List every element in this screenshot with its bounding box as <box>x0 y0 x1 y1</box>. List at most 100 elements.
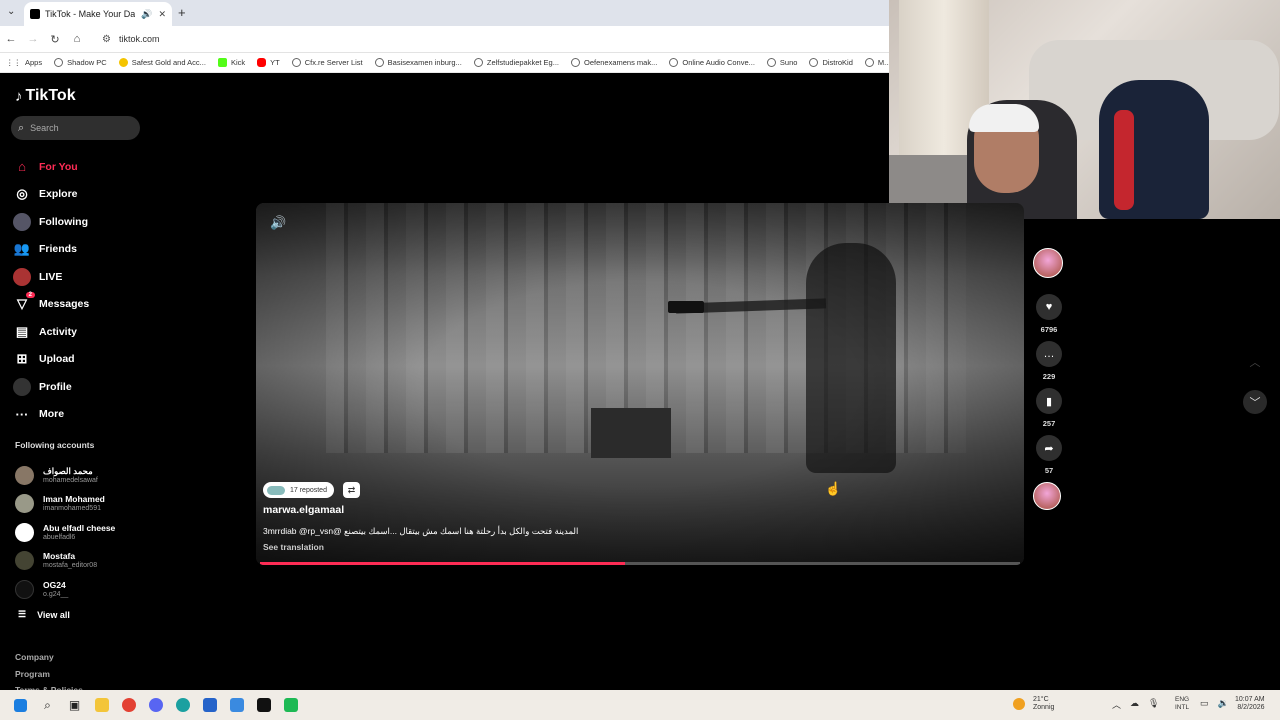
following-account[interactable]: Mostafa mostafa_editor08 <box>15 547 115 576</box>
following-account[interactable]: محمد الصواف mohamedelsawaf <box>15 461 115 490</box>
sidebar-item-for-you[interactable]: ⌂ For You <box>13 153 89 181</box>
edge-icon[interactable] <box>169 693 196 717</box>
video-author[interactable]: marwa.elgamaal <box>263 504 344 516</box>
bookmark-distrokid[interactable]: DistroKid <box>809 58 853 67</box>
tiktok-logo[interactable]: ♪ TikTok <box>15 87 76 105</box>
sidebar-item-more[interactable]: ··· More <box>13 401 89 429</box>
url-field[interactable]: ⚙ tiktok.com <box>102 34 159 45</box>
youtube-icon <box>257 58 267 67</box>
forward-button[interactable]: → <box>22 33 44 45</box>
globe-icon <box>374 58 384 67</box>
save-action[interactable]: ▮ 257 <box>1033 388 1065 429</box>
sidebar-item-live[interactable]: LIVE <box>13 263 89 291</box>
tiktok-sidebar: ♪ TikTok ⌕ Search ⌂ For You ◎ Explore Foll… <box>0 73 160 695</box>
friends-icon: 👥 <box>13 241 31 257</box>
apps-bookmark[interactable]: ⋮⋮ Apps <box>6 58 42 67</box>
browser-tab-tiktok[interactable]: TikTok - Make Your Day 🔊 ✕ <box>24 2 172 26</box>
following-account[interactable]: Iman Mohamed imanmohamed591 <box>15 490 115 519</box>
footer-link-program[interactable]: Program <box>15 666 83 683</box>
task-view-icon[interactable]: ▣ <box>61 693 88 717</box>
new-tab-button[interactable]: + <box>178 5 186 20</box>
globe-icon <box>809 58 819 67</box>
bookmark-basisexamen[interactable]: Basisexamen inburg... <box>374 58 462 67</box>
heart-icon[interactable]: ♥ <box>1036 294 1062 320</box>
sidebar-item-friends[interactable]: 👥 Friends <box>13 236 89 264</box>
bookmark-more[interactable]: M... <box>864 58 890 67</box>
video-caption: المدينة فتحت والكل بدأ رحلتة هنا اسمك مش… <box>263 526 579 536</box>
windows-start-icon[interactable] <box>7 693 34 717</box>
comment-count: 229 <box>1042 372 1056 381</box>
like-action[interactable]: ♥ 6796 <box>1033 294 1065 335</box>
app-icon[interactable] <box>223 693 250 717</box>
volume-icon[interactable]: 🔊 <box>270 215 286 231</box>
back-button[interactable]: ← <box>0 33 22 45</box>
video-player[interactable]: 🔊 17 reposted ⇄ marwa.elgamaal المدينة ف… <box>256 203 1024 565</box>
video-progress-bar[interactable] <box>260 562 1020 565</box>
sound-avatar[interactable] <box>1033 482 1061 510</box>
sidebar-item-messages[interactable]: ▽ 2 Messages <box>13 291 89 319</box>
chrome-icon[interactable] <box>115 693 142 717</box>
following-avatar-icon <box>13 212 31 231</box>
footer-link-company[interactable]: Company <box>15 649 83 666</box>
view-all-button[interactable]: ☰ View all <box>18 609 70 620</box>
network-icon[interactable]: ▭ <box>1200 698 1209 709</box>
bookmark-suno[interactable]: Suno <box>766 58 797 67</box>
creator-avatar[interactable] <box>1033 248 1063 278</box>
following-account[interactable]: OG24 o.g24__ <box>15 575 115 604</box>
chevron-up-icon[interactable]: ︿ <box>1243 350 1267 374</box>
cloud-icon[interactable]: ☁ <box>1130 698 1139 711</box>
reload-button[interactable]: ↻ <box>44 33 66 46</box>
store-icon[interactable] <box>196 693 223 717</box>
bookmark-icon[interactable]: ▮ <box>1036 388 1062 414</box>
feed-scroll-nav: ︿ ﹀ <box>1243 350 1267 430</box>
sidebar-item-profile[interactable]: Profile <box>13 373 89 401</box>
weather-widget[interactable]: 21°C Zonnig <box>1013 696 1054 712</box>
bookmark-cfx[interactable]: Cfx.re Server List <box>291 58 363 67</box>
search-input[interactable]: ⌕ Search <box>11 116 140 140</box>
bookmark-kick[interactable]: Kick <box>217 58 245 67</box>
close-tab-icon[interactable]: ✕ <box>158 9 166 20</box>
bookmark-yt[interactable]: YT <box>257 58 280 67</box>
following-accounts-list: محمد الصواف mohamedelsawaf Iman Mohamed im… <box>15 461 115 604</box>
sidebar-item-upload[interactable]: ⊞ Upload <box>13 346 89 374</box>
repost-icon[interactable]: ⇄ <box>343 482 360 498</box>
clock[interactable]: 10:07 AM 8/2/2026 <box>1235 696 1265 712</box>
share-action[interactable]: ➦ 57 <box>1033 435 1065 476</box>
mic-icon[interactable]: 🎙 <box>1148 698 1159 711</box>
speaker-icon[interactable]: 🔊 <box>141 9 152 20</box>
following-account[interactable]: Abu elfadl cheese abuelfadl6 <box>15 518 115 547</box>
bookmark-audio-converter[interactable]: Online Audio Conve... <box>669 58 755 67</box>
language-indicator[interactable]: ENG INTL <box>1175 696 1189 712</box>
comment-action[interactable]: … 229 <box>1033 341 1065 382</box>
following-accounts-title: Following accounts <box>15 440 95 450</box>
tray-chevron-icon[interactable]: ︿ <box>1112 698 1121 711</box>
hand-cursor-icon: ☝ <box>825 481 842 496</box>
bookmark-oefenexamens[interactable]: Oefenexamens mak... <box>570 58 657 67</box>
search-icon[interactable]: ⌕ <box>34 693 61 717</box>
repost-badge[interactable]: 17 reposted <box>263 482 334 498</box>
sidebar-item-activity[interactable]: ▤ Activity <box>13 318 89 346</box>
home-button[interactable]: ⌂ <box>66 33 88 45</box>
chevron-down-icon[interactable]: ﹀ <box>1243 390 1267 414</box>
nvidia-icon[interactable] <box>250 693 277 717</box>
share-icon[interactable]: ➦ <box>1036 435 1062 461</box>
speaker-icon[interactable]: 🔉 <box>1218 698 1229 709</box>
spotify-icon[interactable] <box>277 693 304 717</box>
globe-icon <box>766 58 776 67</box>
globe-icon <box>864 58 874 67</box>
sidebar-item-explore[interactable]: ◎ Explore <box>13 181 89 209</box>
site-settings-icon[interactable]: ⚙ <box>102 34 111 45</box>
comment-icon[interactable]: … <box>1036 341 1062 367</box>
sidebar-nav: ⌂ For You ◎ Explore Following 👥 Friends LIV… <box>13 153 89 428</box>
bookmark-safest-gold[interactable]: Safest Gold and Acc... <box>118 58 206 67</box>
sidebar-item-following[interactable]: Following <box>13 208 89 236</box>
browser-tab-strip: ⌄ TikTok - Make Your Day 🔊 ✕ + <box>0 0 890 26</box>
discord-icon[interactable] <box>142 693 169 717</box>
tiktok-favicon-icon <box>30 9 40 19</box>
bookmark-shadow-pc[interactable]: Shadow PC <box>54 58 107 67</box>
bookmark-zelfstudie[interactable]: Zelfstudiepakket Eg... <box>473 58 559 67</box>
file-explorer-icon[interactable] <box>88 693 115 717</box>
see-translation-link[interactable]: See translation <box>263 542 324 552</box>
video-progress-fill <box>260 562 625 565</box>
tab-search-icon[interactable]: ⌄ <box>7 6 15 17</box>
